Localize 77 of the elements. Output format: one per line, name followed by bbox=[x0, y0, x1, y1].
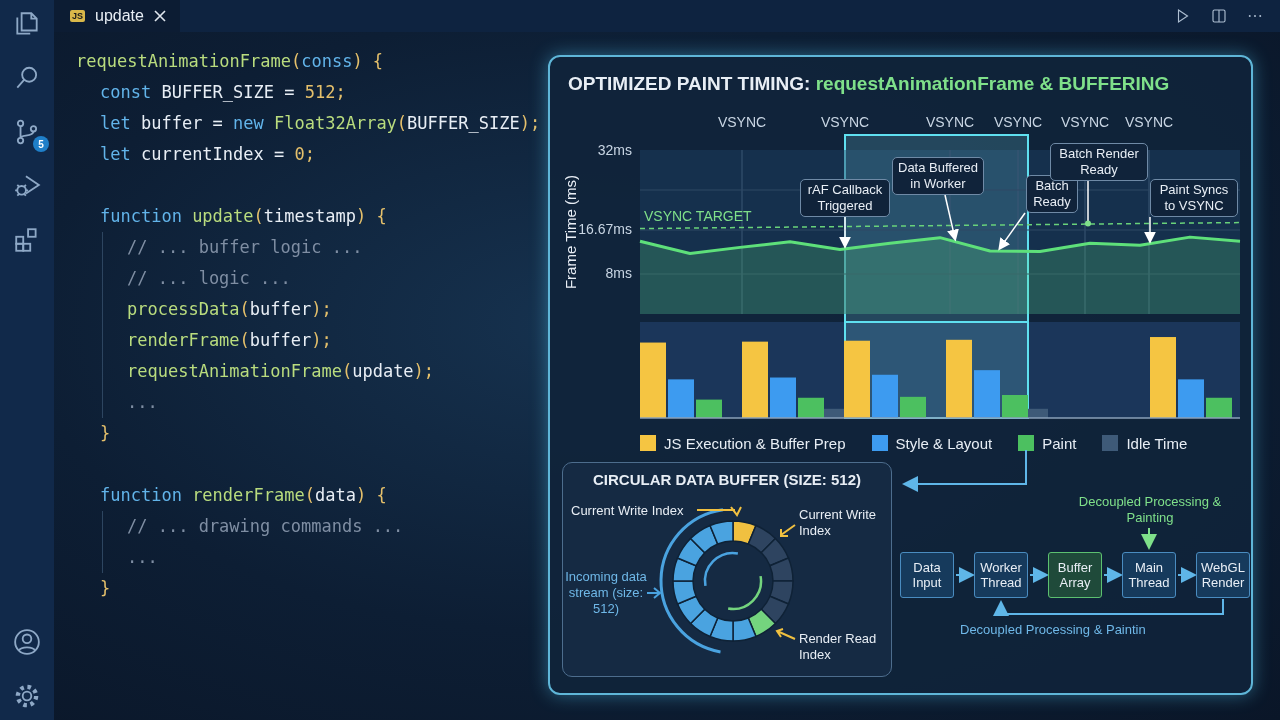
vsync-label: VSYNC bbox=[820, 114, 870, 130]
target-label: VSYNC TARGET bbox=[644, 207, 752, 224]
javascript-file-icon: JS bbox=[70, 10, 85, 22]
pointer-arrow bbox=[1085, 180, 1091, 227]
pointer-label: Incoming data stream (size: 512) bbox=[565, 569, 647, 617]
flow-arrow bbox=[1103, 567, 1123, 583]
close-icon[interactable] bbox=[153, 10, 166, 22]
code-line: ... bbox=[127, 546, 158, 569]
legend-label: JS Execution & Buffer Prep bbox=[664, 434, 846, 452]
axis-tick-label: 16.67ms bbox=[578, 220, 632, 237]
code-line: // ... drawing commands ... bbox=[127, 515, 404, 538]
pointer-arrow bbox=[944, 194, 959, 242]
legend-label: Idle Time bbox=[1126, 434, 1188, 452]
files-icon[interactable] bbox=[13, 10, 41, 38]
pipeline-stage: Worker Thread bbox=[974, 552, 1028, 598]
split-editor-icon[interactable] bbox=[1210, 7, 1228, 25]
axis-tick-label: 8ms bbox=[605, 265, 632, 281]
code-line: requestAnimationFrame(update); bbox=[127, 360, 435, 383]
pointer-arrow bbox=[646, 587, 662, 599]
pointer-arrow bbox=[696, 506, 742, 517]
axis-tick-label: 32ms bbox=[597, 142, 632, 158]
callout-label: Paint Syncs to VSYNC bbox=[1150, 179, 1238, 217]
panel-title: OPTIMIZED PAINT TIMING: requestAnimationFrame & BUFFERING bbox=[567, 72, 1170, 96]
callout-label: Batch Render Ready bbox=[1050, 143, 1148, 181]
vsync-label: VSYNC bbox=[1124, 114, 1174, 130]
pointer-arrow bbox=[780, 524, 796, 537]
pointer-label: Current Write Index bbox=[799, 507, 878, 539]
pointer-arrow bbox=[1144, 216, 1156, 244]
flow-label: Decoupled Processing & Painting bbox=[1077, 494, 1223, 526]
callout-label: rAF Callback Triggered bbox=[800, 179, 890, 217]
bar bbox=[770, 377, 796, 418]
pointer-arrow bbox=[839, 216, 851, 249]
code-line: function update(timestamp) { bbox=[100, 205, 387, 228]
code-line: renderFrame(buffer); bbox=[127, 329, 332, 352]
bar bbox=[1178, 379, 1204, 418]
bar bbox=[974, 370, 1000, 418]
callout-label: Data Buffered in Worker bbox=[892, 157, 984, 195]
vsync-label: VSYNC bbox=[717, 114, 767, 130]
callout-label: Batch Ready bbox=[1026, 175, 1078, 213]
pipeline-stage: Buffer Array bbox=[1048, 552, 1102, 598]
pipeline-stage: Data Input bbox=[900, 552, 954, 598]
pipeline-stage: WebGL Render bbox=[1196, 552, 1250, 598]
code-line: function renderFrame(data) { bbox=[100, 484, 387, 507]
pointer-arrow bbox=[775, 628, 796, 640]
bar bbox=[900, 396, 926, 418]
card-title: CIRCULAR DATA BUFFER (SIZE: 512) bbox=[592, 471, 862, 488]
pointer-label: Current Write Index bbox=[571, 503, 685, 519]
notification-badge: 5 bbox=[33, 136, 49, 152]
flow-arrow bbox=[955, 567, 975, 583]
flow-arrow bbox=[1141, 527, 1157, 550]
editor-tab[interactable]: JS update bbox=[54, 0, 180, 32]
pipeline-stage: Main Thread bbox=[1122, 552, 1176, 598]
code-line: } bbox=[100, 422, 111, 445]
bar bbox=[872, 374, 898, 418]
code-line: ... bbox=[127, 391, 158, 414]
axis-title: Frame Time (ms) bbox=[562, 174, 579, 290]
vsync-label: VSYNC bbox=[925, 114, 975, 130]
vsync-label: VSYNC bbox=[1060, 114, 1110, 130]
settings-icon[interactable] bbox=[13, 682, 41, 710]
bar bbox=[668, 379, 694, 418]
account-icon[interactable] bbox=[13, 628, 41, 656]
pointer-label: Render Read Index bbox=[799, 631, 878, 663]
code-line: processData(buffer); bbox=[127, 298, 332, 321]
code-line: } bbox=[100, 577, 111, 600]
vsync-label: VSYNC bbox=[993, 114, 1043, 130]
code-line: let currentIndex = 0; bbox=[100, 143, 315, 166]
flow-arrow bbox=[1177, 567, 1197, 583]
code-line: // ... logic ... bbox=[127, 267, 291, 290]
code-line: // ... buffer logic ... bbox=[127, 236, 363, 259]
code-line: requestAnimationFrame(conss) { bbox=[76, 50, 384, 73]
code-line: const BUFFER_SIZE = 512; bbox=[100, 81, 346, 104]
flow-arrow bbox=[1029, 567, 1049, 583]
legend-label: Style & Layout bbox=[895, 434, 993, 452]
flow-label: Decoupled Processing & Paintin bbox=[960, 622, 1146, 638]
code-line: let buffer = new Float32Array(BUFFER_SIZE); bbox=[100, 112, 541, 135]
legend-label: Paint bbox=[1042, 434, 1077, 452]
pointer-arrow bbox=[998, 212, 1026, 251]
